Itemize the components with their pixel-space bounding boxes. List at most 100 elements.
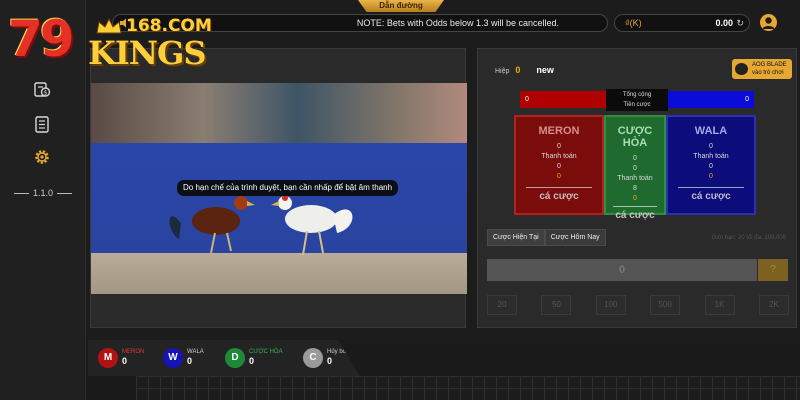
logo-brand: KINGS [88,34,206,72]
chip-500[interactable]: 500 [650,295,681,315]
divider [526,187,592,188]
result-cancelled-count: 0 [327,356,333,366]
result-draw-label: CƯỢC HÒA 0 [249,348,283,366]
draw-bet-label: cá cược [615,210,655,221]
user-avatar-icon[interactable] [760,14,777,31]
wala-bet-label: cá cược [691,191,731,202]
svg-text:$: $ [44,89,48,96]
video-crowd [91,83,467,145]
round-label: Hiệp [495,68,510,75]
chip-100[interactable]: 100 [595,295,626,315]
sound-hint-caption[interactable]: Do hạn chế của trình duyệt, bạn cần nhấp… [177,180,399,196]
wala-bet-box[interactable]: WALA 0 Thanh toán 0 0 cá cược [666,115,756,215]
live-video[interactable]: Do hạn chế của trình duyệt, bạn cần nhấp… [91,83,467,294]
result-cancelled-badge: C [303,348,323,368]
results-summary: M MERON 0 W WALA 0 D CƯỢC HÒA 0 C Hủy bỏ… [88,340,360,376]
logo-number: 79 [8,10,75,68]
confirm-bet-button[interactable]: ? [758,259,788,281]
divider [57,192,72,194]
draw-odds-secondary: 0 [633,165,637,172]
meron-bet-box[interactable]: MERON 0 Thanh toán 0 0 cá cược [514,115,604,215]
results-panel: M MERON 0 W WALA 0 D CƯỢC HÒA 0 C Hủy bỏ… [86,340,800,400]
result-draw-badge: D [225,348,245,368]
tab-today-bets[interactable]: Cược Hôm Nay [544,229,606,246]
result-draw-count: 0 [249,356,255,366]
app-root: $ 1.1.0 79 168.COM KINGS Dẫn đường NOTE:… [0,0,800,400]
total-label-line1: Tổng cộng [622,92,652,98]
chip-selector: 20 50 100 500 1K 2K [487,295,789,315]
sound-hint-text: Do hạn chế của trình duyệt, bạn cần nhấp… [183,183,393,192]
divider [14,192,29,194]
result-meron-name: MERON [122,349,145,355]
wala-title: WALA [694,125,728,137]
result-cancelled-name: Hủy bỏ [327,349,347,355]
round-status: new [536,65,554,75]
provider-logo-icon [735,63,748,75]
meron-title: MERON [538,125,580,137]
draw-bet-box[interactable]: CƯỢC HÒA 0 0 Thanh toán 8 0 cá cược [604,115,666,221]
draw-title: CƯỢC HÒA [617,125,653,149]
result-wala-name: WALA [187,349,204,355]
total-meron: 0 [520,91,606,108]
chip-2k[interactable]: 2K [758,295,789,315]
total-bets-bar: 0 Tổng cộng Tiền cược 0 [520,89,754,111]
chip-20[interactable]: 20 [487,295,517,315]
guide-tab[interactable]: Dẫn đường [358,0,444,12]
result-meron-label: MERON 0 [122,348,145,366]
bet-history-tabs: Cược Hiện Tại Cược Hôm Nay [487,229,606,246]
result-wala-count: 0 [187,356,193,366]
total-label-line2: Tiền cược [623,102,651,108]
bet-options: MERON 0 Thanh toán 0 0 cá cược CƯỢC HÒA … [514,115,758,221]
meron-odds: 0 [557,143,561,150]
video-panel: Do hạn chế của trình duyệt, bạn cần nhấp… [90,48,467,328]
money-bag-icon[interactable]: $ [33,80,51,98]
meron-bet-label: cá cược [539,191,579,202]
result-cancelled-label: Hủy bỏ 0 [327,348,347,366]
total-wala: 0 [668,91,754,108]
refresh-icon[interactable]: ↻ [736,15,744,31]
wala-my-bet: 0 [709,173,713,180]
logo-site: 168.COM [126,16,212,36]
result-wala-label: WALA 0 [187,348,204,366]
bet-limits: Giới hạn: 20 tối đa: 100,000 [711,235,786,241]
meron-payout: 0 [557,163,561,170]
gear-icon[interactable] [33,148,51,166]
results-roadmap-grid [136,376,800,400]
provider-badge[interactable]: AOG BLADE vào trò chơi [732,59,792,79]
result-wala-badge: W [163,348,183,368]
result-cancelled: C Hủy bỏ 0 [303,348,346,368]
draw-my-bet: 0 [633,195,637,202]
bet-amount-input[interactable]: 0 [487,259,757,281]
total-label: Tổng cộng Tiền cược [606,89,668,111]
guide-label: Dẫn đường [379,1,423,10]
wala-payout: 0 [709,163,713,170]
currency-label: ₫(K) [625,18,642,28]
chip-1k[interactable]: 1K [704,295,735,315]
draw-payout: 8 [633,185,637,192]
wala-odds: 0 [709,143,713,150]
result-draw: D CƯỢC HÒA 0 [225,348,283,368]
result-meron-count: 0 [122,356,128,366]
notice-text: NOTE: Bets with Odds below 1.3 will be c… [356,18,559,28]
chip-50[interactable]: 50 [541,295,572,315]
meron-my-bet: 0 [557,173,561,180]
brand-logo[interactable]: 79 168.COM KINGS [8,8,212,72]
meron-payout-label: Thanh toán [541,153,577,160]
version-text: 1.1.0 [32,188,54,198]
round-info: Hiệp 0 new [495,65,554,75]
provider-action: vào trò chơi [752,70,784,76]
version-label: 1.1.0 [14,188,72,198]
tab-current-bets[interactable]: Cược Hiện Tại [487,229,545,246]
report-list-icon[interactable] [33,115,51,133]
round-number: 0 [515,65,521,75]
divider [678,187,744,188]
crown-icon [96,18,122,34]
result-wala: W WALA 0 [163,348,204,368]
divider [612,206,658,207]
draw-payout-label: Thanh toán [617,175,653,182]
balance-amount: 0.00 [715,18,733,28]
rooster-fight-image [169,195,353,256]
provider-name: AOG BLADE [752,62,787,68]
result-meron: M MERON 0 [98,348,144,368]
balance-box: ₫(K) 0.00 ↻ [614,14,750,32]
